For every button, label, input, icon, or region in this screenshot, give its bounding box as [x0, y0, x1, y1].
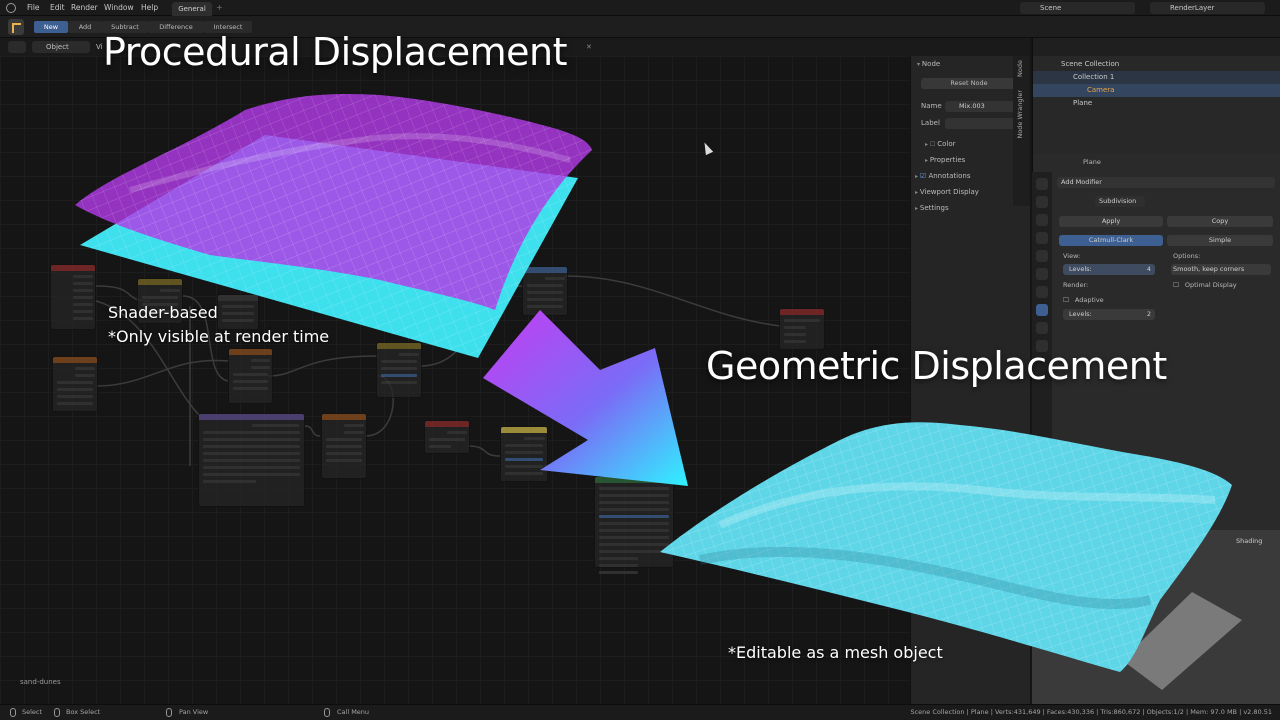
node-mix-003[interactable] — [500, 426, 548, 482]
render-layer-selector[interactable]: RenderLayer — [1150, 2, 1265, 14]
options-label: Options: — [1173, 252, 1201, 260]
node-name-field[interactable]: Mix.003 — [945, 101, 1017, 112]
add-workspace-button[interactable]: + — [216, 3, 223, 12]
title-procedural: Procedural Displacement — [103, 30, 568, 74]
view-layer-tab-icon[interactable] — [1036, 232, 1048, 244]
workspace-tab-general[interactable]: General — [172, 2, 212, 16]
outliner-panel: Scene Collection Collection 1 Camera Pla… — [1032, 38, 1280, 154]
name-label: Name — [921, 102, 942, 110]
caption-render-time: *Only visible at render time — [108, 327, 330, 346]
settings-section[interactable]: ▸ Settings — [915, 204, 949, 212]
node-multiply[interactable] — [522, 266, 568, 316]
simple-toggle[interactable]: Simple — [1167, 235, 1273, 246]
mouse-middle-icon — [166, 708, 172, 717]
mode-add-button[interactable]: Add — [68, 21, 102, 33]
label-label: Label — [921, 119, 940, 127]
menu-help[interactable]: Help — [141, 3, 158, 12]
render-tab-icon[interactable] — [1036, 196, 1048, 208]
outliner-plane[interactable]: Plane — [1033, 97, 1280, 110]
node-mapping[interactable] — [198, 413, 305, 507]
sidebar-tabs: Node Node Wrangler — [1013, 56, 1030, 206]
panel-section-node[interactable]: ▾ Node — [917, 60, 940, 68]
color-toggle[interactable]: ▸ ☐ Color — [925, 140, 956, 148]
smooth-dropdown[interactable]: Smooth, keep corners — [1171, 264, 1271, 275]
copy-button[interactable]: Copy — [1167, 216, 1273, 227]
viewport-display-section[interactable]: ▸ Viewport Display — [915, 188, 979, 196]
menu-edit[interactable]: Edit — [50, 3, 65, 12]
menu-file[interactable]: File — [27, 3, 40, 12]
tab-node-wrangler[interactable]: Node Wrangler — [1016, 90, 1024, 139]
caption-editable-mesh: *Editable as a mesh object — [728, 643, 943, 662]
caption-shader-based: Shader-based — [108, 303, 218, 322]
modifier-name-field[interactable]: Subdivision — [1095, 196, 1145, 207]
blender-logo-icon[interactable] — [6, 3, 16, 13]
tool-tab-icon[interactable] — [1036, 178, 1048, 190]
3d-viewport[interactable]: Shading — [1032, 530, 1280, 704]
annotations-section[interactable]: ▸ ☑ Annotations — [915, 172, 970, 180]
file-name-label: sand-dunes — [20, 678, 61, 686]
node-noise-small[interactable] — [217, 294, 259, 330]
wrench-icon[interactable] — [1036, 304, 1048, 316]
status-box-select: Box Select — [66, 708, 101, 716]
status-pan-view: Pan View — [179, 708, 209, 716]
output-tab-icon[interactable] — [1036, 214, 1048, 226]
view-label: View: — [1063, 252, 1081, 260]
adaptive-checkbox[interactable]: ☐ Adaptive — [1063, 296, 1104, 304]
title-geometric: Geometric Displacement — [706, 344, 1167, 388]
scene-tab-icon[interactable] — [1036, 250, 1048, 262]
render-label: Render: — [1063, 281, 1089, 289]
mouse-left-icon — [10, 708, 16, 717]
tab-node[interactable]: Node — [1016, 60, 1024, 77]
scene-selector[interactable]: Scene — [1020, 2, 1135, 14]
object-mode-dropdown[interactable]: Object — [32, 41, 90, 53]
node-noise-texture-2[interactable] — [228, 348, 273, 404]
node-label-field[interactable] — [945, 118, 1017, 129]
status-call-menu: Call Menu — [337, 708, 370, 716]
world-tab-icon[interactable] — [1036, 268, 1048, 280]
status-bar: Select Box Select Pan View Call Menu Sce… — [0, 704, 1280, 720]
outliner-camera[interactable]: Camera — [1033, 84, 1280, 97]
levels-render-field[interactable]: Levels: 2 — [1063, 309, 1155, 320]
levels-viewport-field[interactable]: Levels: 4 — [1063, 264, 1155, 275]
catmull-clark-toggle[interactable]: Catmull-Clark — [1059, 235, 1163, 246]
particles-tab-icon[interactable] — [1036, 322, 1048, 334]
object-tab-icon[interactable] — [1036, 286, 1048, 298]
properties-section[interactable]: ▸ Properties — [925, 156, 965, 164]
outliner-collection-1[interactable]: Collection 1 — [1033, 71, 1280, 84]
mode-new-button[interactable]: New — [34, 21, 68, 33]
apply-button[interactable]: Apply — [1059, 216, 1163, 227]
menu-render[interactable]: Render — [71, 3, 98, 12]
node-principled-bsdf[interactable] — [594, 476, 674, 574]
outliner-header — [1033, 38, 1280, 56]
viewport-grey-plane — [1122, 592, 1242, 690]
status-scene-stats: Scene Collection | Plane | Verts:431,649… — [910, 708, 1272, 716]
editor-type-icon[interactable] — [8, 41, 26, 53]
node-wave-texture[interactable] — [321, 413, 367, 479]
outliner-scene-collection[interactable]: Scene Collection — [1033, 58, 1280, 71]
node-noise-texture[interactable] — [52, 356, 98, 412]
status-select: Select — [22, 708, 43, 716]
top-menu-bar: File Edit Render Window Help General + S… — [0, 0, 1280, 16]
properties-object-name: Plane — [1083, 158, 1101, 166]
optimal-display-checkbox[interactable]: ☐ Optimal Display — [1173, 281, 1237, 289]
close-icon[interactable]: ✕ — [586, 41, 598, 53]
node-texture-coordinate[interactable] — [50, 264, 96, 330]
select-tool-icon[interactable] — [8, 19, 24, 35]
mouse-drag-icon — [54, 708, 60, 717]
add-modifier-dropdown[interactable]: Add Modifier — [1057, 177, 1275, 188]
node-bump[interactable] — [424, 420, 470, 454]
node-mix-overlay[interactable] — [376, 342, 422, 398]
mouse-right-icon — [324, 708, 330, 717]
reset-node-button[interactable]: Reset Node — [921, 78, 1017, 89]
menu-window[interactable]: Window — [104, 3, 134, 12]
